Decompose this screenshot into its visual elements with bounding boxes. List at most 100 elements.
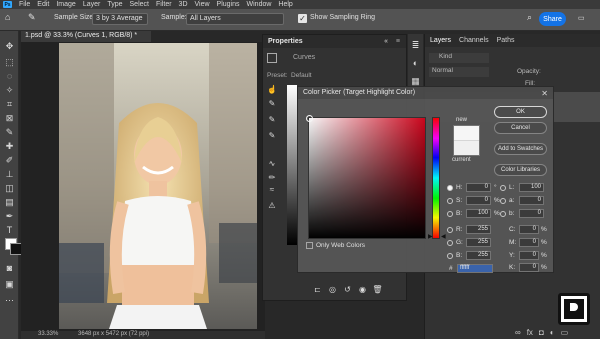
hue-slider-right-arrow[interactable]: ◀ bbox=[441, 233, 446, 240]
on-image-adjust-icon[interactable]: ☝ bbox=[266, 85, 278, 95]
black-input[interactable]: 0 bbox=[519, 263, 539, 272]
clone-stamp-icon[interactable]: ⊥ bbox=[3, 169, 16, 180]
menu-edit[interactable]: Edit bbox=[37, 1, 49, 8]
red-radio[interactable] bbox=[447, 227, 453, 233]
panel-menu-icon[interactable]: ≡ bbox=[396, 38, 400, 45]
green-input[interactable]: 255 bbox=[466, 238, 491, 247]
only-web-colors-checkbox[interactable] bbox=[306, 242, 313, 249]
quick-select-tool-icon[interactable]: ✧ bbox=[3, 85, 16, 96]
crop-tool-icon[interactable]: ⌗ bbox=[3, 99, 16, 110]
menu-select[interactable]: Select bbox=[130, 1, 149, 8]
menu-layer[interactable]: Layer bbox=[83, 1, 101, 8]
tab-channels[interactable]: Channels bbox=[459, 37, 489, 44]
delete-icon[interactable]: 🗑 bbox=[372, 284, 383, 295]
b-channel-radio[interactable] bbox=[500, 211, 506, 217]
yellow-input[interactable]: 0 bbox=[519, 251, 539, 260]
black-point-eyedropper-icon[interactable]: ✎ bbox=[266, 99, 278, 109]
brightness-radio[interactable] bbox=[447, 211, 453, 217]
gradient-tool-icon[interactable]: ▤ bbox=[3, 197, 16, 208]
magenta-input[interactable]: 0 bbox=[519, 238, 539, 247]
ok-button[interactable]: OK bbox=[494, 106, 547, 118]
search-icon[interactable]: ⌕ bbox=[527, 12, 532, 23]
saturation-radio[interactable] bbox=[447, 198, 453, 204]
smooth-icon[interactable]: ≈ bbox=[266, 185, 278, 195]
blue-input[interactable]: 255 bbox=[466, 251, 491, 260]
white-point-eyedropper-icon[interactable]: ✎ bbox=[266, 131, 278, 141]
hue-input[interactable]: 0 bbox=[466, 183, 491, 192]
hue-radio[interactable] bbox=[447, 185, 453, 191]
add-to-swatches-button[interactable]: Add to Swatches bbox=[494, 143, 547, 155]
workspace-icon[interactable]: ▭ bbox=[578, 14, 585, 22]
quick-mask-icon[interactable]: ◙ bbox=[3, 263, 16, 274]
frame-tool-icon[interactable]: ⊠ bbox=[3, 113, 16, 124]
healing-brush-icon[interactable]: ✚ bbox=[3, 141, 16, 152]
properties-dock-icon[interactable]: ≣ bbox=[409, 40, 422, 51]
brush-tool-icon[interactable]: ✐ bbox=[3, 155, 16, 166]
cyan-input[interactable]: 0 bbox=[519, 225, 539, 234]
eyedropper-icon[interactable]: ✎ bbox=[3, 127, 16, 138]
group-icon[interactable]: ▭ bbox=[561, 328, 569, 337]
color-field-marker[interactable] bbox=[306, 115, 313, 122]
lasso-tool-icon[interactable]: ◌ bbox=[3, 71, 16, 82]
kind-filter-select[interactable]: Kind bbox=[429, 53, 489, 63]
document-tab[interactable]: 1.psd @ 33.3% (Curves 1, RGB/8) * bbox=[21, 31, 151, 42]
canvas-photo[interactable] bbox=[59, 43, 257, 329]
move-tool-icon[interactable]: ✥ bbox=[3, 41, 16, 52]
eraser-tool-icon[interactable]: ◫ bbox=[3, 183, 16, 194]
mask-icon[interactable]: ◘ bbox=[539, 328, 544, 337]
collapse-icon[interactable]: « bbox=[384, 38, 388, 45]
pencil-draw-icon[interactable]: ✏ bbox=[266, 173, 278, 183]
sample-size-select[interactable]: 3 by 3 Average bbox=[92, 13, 148, 25]
photoshop-logo-icon[interactable]: Ps bbox=[3, 1, 12, 8]
view-previous-icon[interactable]: ◎ bbox=[327, 284, 338, 295]
sample-select[interactable]: All Layers bbox=[186, 13, 284, 25]
blend-mode-select[interactable]: Normal bbox=[429, 67, 489, 77]
menu-file[interactable]: File bbox=[19, 1, 30, 8]
a-channel-radio[interactable] bbox=[500, 198, 506, 204]
share-button[interactable]: Share bbox=[539, 12, 566, 26]
type-tool-icon[interactable]: T bbox=[3, 225, 16, 236]
saturation-input[interactable]: 0 bbox=[466, 196, 491, 205]
fx-icon[interactable]: fx bbox=[527, 328, 533, 337]
b-channel-input[interactable]: 0 bbox=[519, 209, 544, 218]
pen-tool-icon[interactable]: ✒ bbox=[3, 211, 16, 222]
screen-mode-icon[interactable]: ▣ bbox=[3, 279, 16, 290]
menu-3d[interactable]: 3D bbox=[179, 1, 188, 8]
cancel-button[interactable]: Cancel bbox=[494, 122, 547, 134]
brightness-input[interactable]: 100 bbox=[466, 209, 491, 218]
clipping-warning-icon[interactable]: ⚠ bbox=[266, 201, 278, 211]
green-radio[interactable] bbox=[447, 240, 453, 246]
close-icon[interactable]: ✕ bbox=[541, 89, 548, 98]
hue-slider[interactable] bbox=[432, 117, 440, 239]
menu-filter[interactable]: Filter bbox=[156, 1, 172, 8]
gray-point-eyedropper-icon[interactable]: ✎ bbox=[266, 115, 278, 125]
hue-slider-left-arrow[interactable]: ▶ bbox=[428, 233, 433, 240]
lightness-radio[interactable] bbox=[500, 185, 506, 191]
link-layers-icon[interactable]: ∞ bbox=[515, 328, 521, 337]
lightness-input[interactable]: 100 bbox=[519, 183, 544, 192]
reset-icon[interactable]: ↺ bbox=[342, 284, 353, 295]
adjustments-dock-icon[interactable]: ◐ bbox=[409, 58, 422, 69]
marquee-tool-icon[interactable]: ⬚ bbox=[3, 57, 16, 68]
preset-select[interactable]: Default bbox=[291, 72, 312, 79]
menu-window[interactable]: Window bbox=[247, 1, 272, 8]
color-field[interactable] bbox=[306, 115, 426, 239]
menu-plugins[interactable]: Plugins bbox=[217, 1, 240, 8]
sampling-ring-checkbox[interactable]: ✓ bbox=[298, 14, 307, 23]
more-tools-icon[interactable]: ⋯ bbox=[3, 295, 16, 306]
menu-view[interactable]: View bbox=[195, 1, 210, 8]
tab-layers[interactable]: Layers bbox=[430, 37, 451, 44]
visibility-eye-icon[interactable]: ◉ bbox=[357, 284, 368, 295]
adjustment-layer-icon[interactable]: ◐ bbox=[550, 328, 555, 337]
home-icon[interactable]: ⌂ bbox=[5, 12, 10, 22]
a-channel-input[interactable]: 0 bbox=[519, 196, 544, 205]
eyedropper-tool-icon[interactable]: ✎ bbox=[28, 12, 36, 23]
clip-to-layer-icon[interactable]: ⊏ bbox=[312, 284, 323, 295]
menu-image[interactable]: Image bbox=[56, 1, 75, 8]
zoom-level[interactable]: 33.33% bbox=[38, 331, 58, 337]
menu-type[interactable]: Type bbox=[107, 1, 122, 8]
red-input[interactable]: 255 bbox=[466, 225, 491, 234]
curve-edit-icon[interactable]: ∿ bbox=[266, 159, 278, 169]
hex-input[interactable]: ffffff bbox=[457, 264, 493, 273]
color-libraries-button[interactable]: Color Libraries bbox=[494, 164, 547, 176]
